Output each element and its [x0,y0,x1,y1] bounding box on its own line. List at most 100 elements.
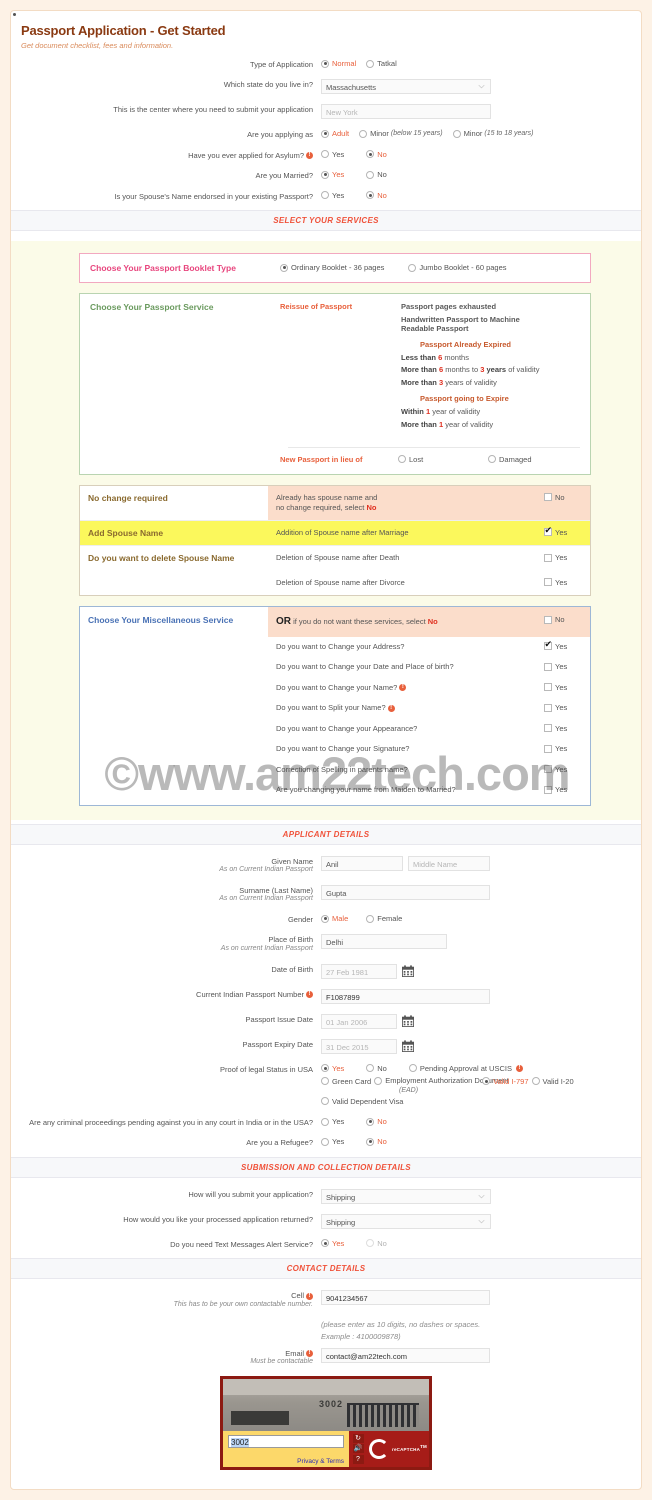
checkbox-change-address[interactable]: Yes [544,640,567,651]
page-title: Passport Application - Get Started [21,23,226,38]
center-input[interactable]: New York [321,104,491,120]
radio-gender-female[interactable]: Female [366,914,402,923]
checkbox-icon [544,662,552,671]
radio-refugee-no[interactable]: No [366,1137,387,1146]
radio-expiring-within-1-year[interactable]: Within 1 year of validity [12,12,580,416]
radio-application-normal[interactable]: Normal [321,59,356,68]
state-select[interactable]: Massachusetts [321,79,491,95]
info-icon[interactable]: ! [306,1350,313,1358]
radio-dot-icon [366,59,375,68]
place-of-birth-input[interactable]: Delhi [321,934,447,950]
miscellaneous-service-card: Choose Your Miscellaneous Service OR if … [79,606,591,806]
radio-married-no[interactable]: No [366,170,387,179]
expiry-date-input[interactable]: 31 Dec 2015 [321,1038,397,1054]
help-icon[interactable]: ? [352,1455,364,1465]
checkbox-change-name[interactable]: Yes [544,683,567,692]
radio-dot-icon [531,1077,540,1085]
radio-label: No [377,1063,387,1073]
radio-spouse-endorsed-no[interactable]: No [366,191,387,200]
radio-sms-no[interactable]: No [366,1239,387,1248]
date-of-birth-input[interactable]: 27 Feb 1981 [321,963,397,979]
radio-sms-yes[interactable]: Yes [321,1239,344,1248]
radio-pages-exhausted[interactable]: Passport pages exhausted [398,302,580,311]
captcha-input[interactable]: 3002 [228,1434,344,1448]
checkbox-add-spouse-name[interactable]: Yes [544,526,567,537]
radio-legal-pending-uscis[interactable]: Pending Approval at USCIS [408,1064,512,1073]
checkbox-change-dob-pob[interactable]: Yes [544,662,567,671]
radio-label-part: months [444,352,469,362]
info-icon[interactable]: ! [515,1064,523,1072]
email-input[interactable]: contact@am22tech.com [321,1347,490,1363]
info-icon[interactable]: ! [306,991,313,999]
radio-dot-icon [321,1064,329,1072]
captcha-privacy-terms-link[interactable]: Privacy & Terms [297,1458,344,1465]
info-icon[interactable]: ! [306,1292,313,1300]
checkbox-delete-spouse-divorce[interactable]: Yes [544,578,567,587]
checkbox-label: Yes [555,553,568,563]
radio-asylum-no[interactable]: No [366,150,387,159]
given-name-input[interactable]: Anil [321,855,403,871]
radio-expired-less-than-6-months[interactable]: Less than 6 months [398,353,580,362]
radio-spouse-endorsed-yes[interactable]: Yes [321,191,344,200]
radio-gender-male[interactable]: Male [321,914,348,923]
radio-refugee-yes[interactable]: Yes [321,1137,344,1146]
radio-handwritten-to-mrp[interactable]: Handwritten Passport to Machine Readable… [398,315,580,333]
radio-dot-icon [452,129,461,138]
cell-input[interactable]: 9041234567 [321,1290,490,1306]
radio-dot-icon [482,1077,491,1085]
radio-application-tatkal[interactable]: Tatkal [366,59,397,68]
radio-valid-i797[interactable]: Valid I-797 [482,1077,529,1086]
radio-lieu-damaged[interactable]: Damaged [488,455,532,464]
radio-expired-6-months-to-3-years[interactable]: More than 6 months to 3 years of validit… [398,365,580,374]
checkbox-misc-none[interactable]: No [544,615,565,624]
middle-name-input[interactable]: Middle Name [408,855,490,871]
label-asylum: Have you ever applied for Asylum?! [21,149,321,160]
recaptcha-tm: TM [420,1444,427,1450]
checkbox-no-change-required[interactable]: No [544,493,565,502]
submit-method-select[interactable]: Shipping [321,1188,491,1204]
checkbox-icon [544,683,552,692]
radio-asylum-yes[interactable]: Yes [321,150,344,159]
checkbox-change-signature[interactable]: Yes [544,744,567,753]
captcha-controls: ↻ 🔊 ? [349,1430,367,1467]
calendar-icon[interactable] [402,1015,414,1027]
radio-applying-minor-below-15[interactable]: Minor (below 15 years) [359,129,443,138]
checkbox-change-appearance[interactable]: Yes [544,724,567,733]
passport-number-input[interactable]: F1087899 [321,988,490,1004]
checkbox-correct-parents-name[interactable]: Yes [544,765,567,774]
audio-icon[interactable]: 🔊 [352,1444,364,1454]
radio-lieu-lost[interactable]: Lost [398,455,478,464]
refresh-icon[interactable]: ↻ [352,1433,364,1443]
radio-valid-i20[interactable]: Valid I-20 [531,1077,574,1086]
info-icon[interactable]: ! [387,704,395,712]
radio-legal-no[interactable]: No [366,1064,387,1073]
radio-applying-adult[interactable]: Adult [321,129,349,138]
calendar-icon[interactable] [402,965,414,977]
radio-ead[interactable]: Employment Authorization Document [374,1076,509,1086]
radio-green-card[interactable]: Green Card [321,1077,371,1086]
row-title: Add Spouse Name [80,520,268,546]
radio-legal-yes[interactable]: Yes [321,1064,344,1073]
radio-booklet-jumbo[interactable]: Jumbo Booklet - 60 pages [408,263,507,272]
radio-booklet-ordinary[interactable]: Ordinary Booklet - 36 pages [280,263,384,272]
return-method-select[interactable]: Shipping [321,1213,491,1229]
radio-married-yes[interactable]: Yes [321,170,344,179]
radio-label: Minor [463,129,483,139]
issue-date-input[interactable]: 01 Jan 2006 [321,1013,397,1029]
checkbox-delete-spouse-death[interactable]: Yes [544,553,567,562]
field-given-name: Given Name As on Current Indian Passport… [21,855,631,875]
calendar-icon[interactable] [402,1040,414,1052]
surname-input[interactable]: Gupta [321,884,490,900]
checkbox-maiden-to-married[interactable]: Yes [544,785,567,794]
radio-criminal-no[interactable]: No [366,1117,387,1126]
radio-criminal-yes[interactable]: Yes [321,1117,344,1126]
info-icon[interactable]: ! [306,152,313,160]
radio-expiring-more-than-1-year[interactable]: More than 1 year of validity [398,420,580,429]
radio-applying-minor-15-18[interactable]: Minor (15 to 18 years) [452,129,533,139]
field-center: This is the center where you need to sub… [21,103,631,120]
radio-valid-dependent-visa[interactable]: Valid Dependent Visa [321,1097,403,1106]
table-row: Add Spouse Name Addition of Spouse name … [80,519,590,546]
radio-expired-more-than-3-years[interactable]: More than 3 years of validity [398,378,580,387]
checkbox-split-name[interactable]: Yes [544,703,567,712]
info-icon[interactable]: ! [399,684,407,692]
